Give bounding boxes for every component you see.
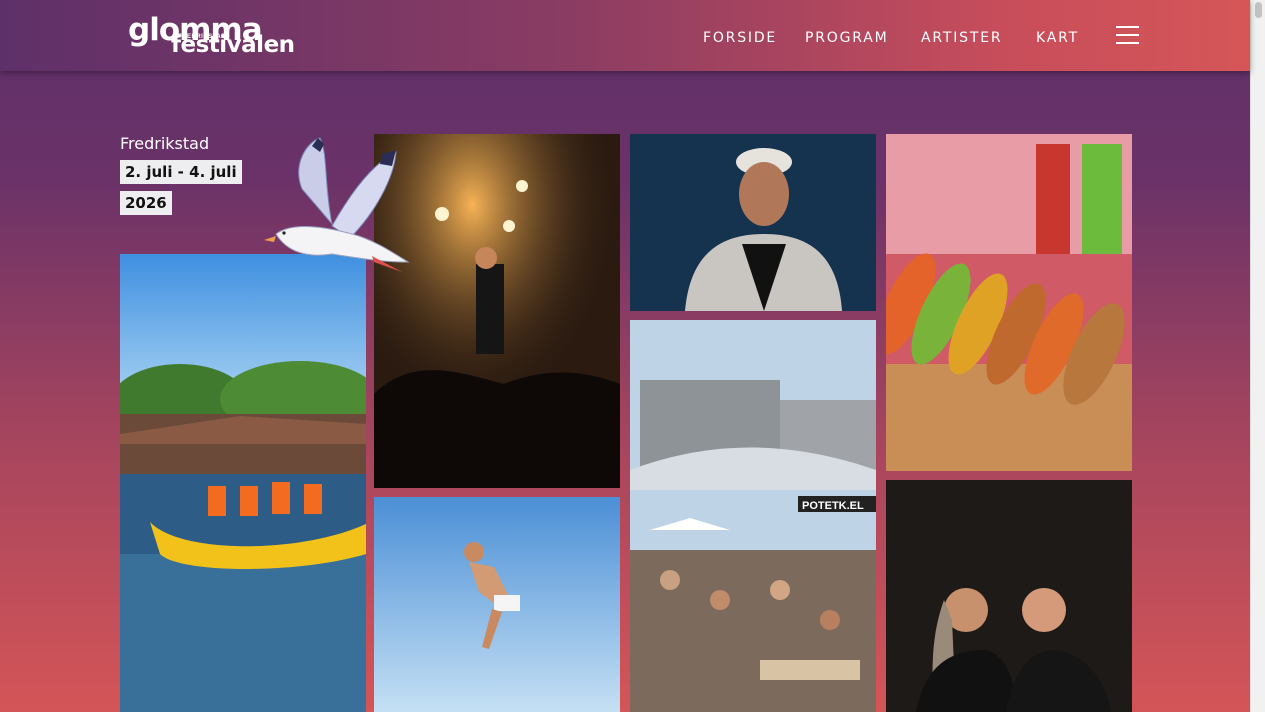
nav-artister[interactable]: ARTISTER: [921, 30, 1002, 46]
photo-artist-portrait[interactable]: [630, 134, 876, 311]
photo-harbour-crowd[interactable]: POTETK.EL: [630, 320, 876, 712]
page-scrollbar[interactable]: [1250, 0, 1265, 712]
glommafestivalen-logo[interactable]: glomma festivalen FREDRIKSTAD: [128, 12, 295, 58]
photo-jumping-man[interactable]: [374, 497, 620, 712]
event-year: 2026: [120, 191, 172, 215]
nav-forside[interactable]: FORSIDE: [703, 30, 777, 46]
nav-program[interactable]: PROGRAM: [805, 30, 888, 46]
photo-two-musicians[interactable]: [886, 480, 1132, 712]
event-dates: 2. juli - 4. juli: [120, 160, 242, 184]
photo-corn-dogs[interactable]: [886, 134, 1132, 471]
site-header: glomma festivalen FREDRIKSTAD FORSIDE PR…: [0, 0, 1250, 71]
nav-kart[interactable]: KART: [1036, 30, 1079, 46]
scrollbar-thumb[interactable]: [1255, 2, 1262, 18]
event-city: Fredrikstad: [120, 134, 210, 153]
potetkjel-sign: POTETK.EL: [802, 500, 864, 512]
photo-banana-boat[interactable]: [120, 254, 366, 712]
logo-subtitle: FREDRIKSTAD: [178, 34, 227, 40]
hamburger-icon[interactable]: [1116, 26, 1139, 45]
seagull-illustration: [262, 134, 412, 284]
